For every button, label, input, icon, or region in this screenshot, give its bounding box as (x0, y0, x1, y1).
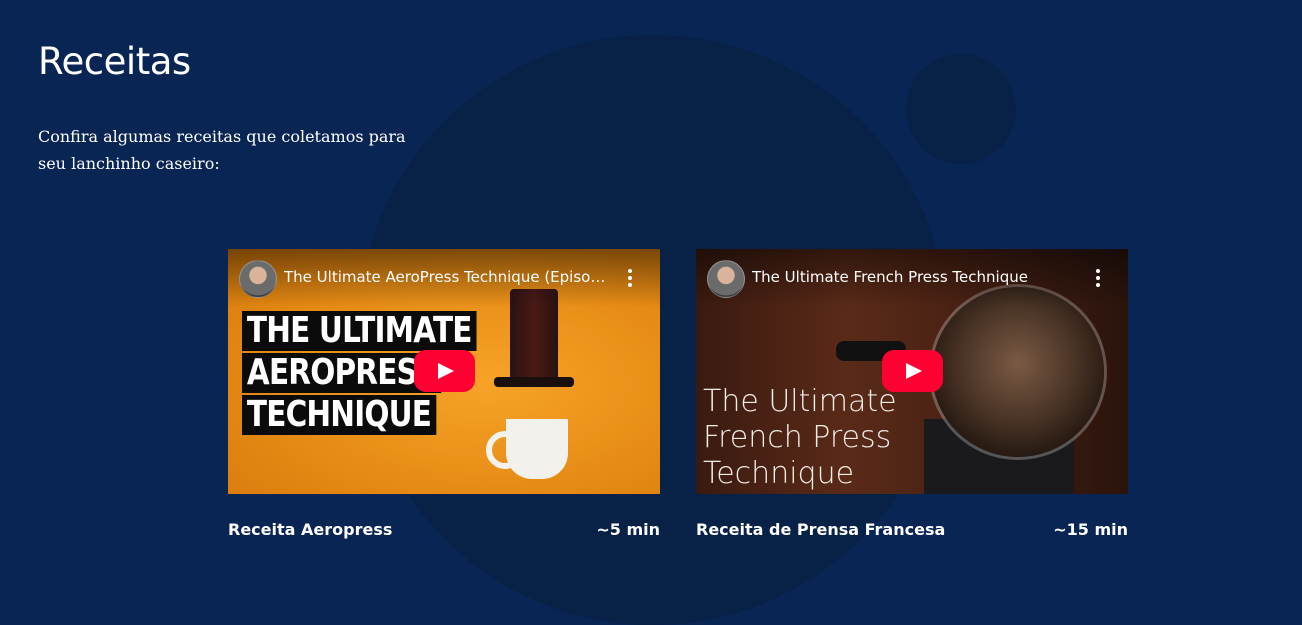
video-embed-french-press[interactable]: The Ultimate French Press Technique The … (696, 249, 1128, 494)
thumbnail-text-line: TECHNIQUE (242, 395, 437, 435)
youtube-play-icon[interactable] (882, 350, 943, 392)
card-meta: Receita de Prensa Francesa ~15 min (696, 517, 1128, 541)
recipe-name: Receita de Prensa Francesa (696, 520, 946, 539)
thumbnail-text-line: French Press (703, 420, 892, 455)
background-decor-circle-small (906, 54, 1016, 164)
page-title: Receitas (38, 40, 191, 83)
card-meta: Receita Aeropress ~5 min (228, 517, 660, 541)
cup-illustration (506, 419, 568, 479)
thumbnail-text-line: Technique (703, 456, 855, 491)
more-vert-icon[interactable] (1096, 269, 1100, 287)
recipe-card-aeropress: THE ULTIMATE AEROPRESS TECHNIQUE The Ult… (228, 249, 660, 539)
video-embed-aeropress[interactable]: THE ULTIMATE AEROPRESS TECHNIQUE The Ult… (228, 249, 660, 494)
thumbnail-text-line: AEROPRESS (242, 353, 442, 393)
aeropress-cap-illustration (494, 377, 574, 387)
youtube-play-icon[interactable] (414, 350, 475, 392)
section-intro: Confira algumas receitas que coletamos p… (38, 127, 406, 173)
thumbnail-text: The Ultimate French Press Technique (703, 384, 897, 492)
thumbnail-text-line: The Ultimate (703, 384, 897, 419)
thumbnail-text-line: THE ULTIMATE (242, 311, 477, 351)
recipe-duration: ~15 min (1053, 520, 1128, 539)
recipe-name: Receita Aeropress (228, 520, 393, 539)
video-title[interactable]: The Ultimate AeroPress Technique (Episod… (284, 268, 610, 286)
channel-avatar[interactable] (707, 260, 745, 298)
recipe-card-french-press: The Ultimate French Press Technique The … (696, 249, 1128, 539)
more-vert-icon[interactable] (628, 269, 632, 287)
channel-avatar[interactable] (239, 260, 277, 298)
french-press-illustration (932, 287, 1104, 457)
video-title[interactable]: The Ultimate French Press Technique (752, 268, 1078, 286)
recipe-duration: ~5 min (596, 520, 660, 539)
